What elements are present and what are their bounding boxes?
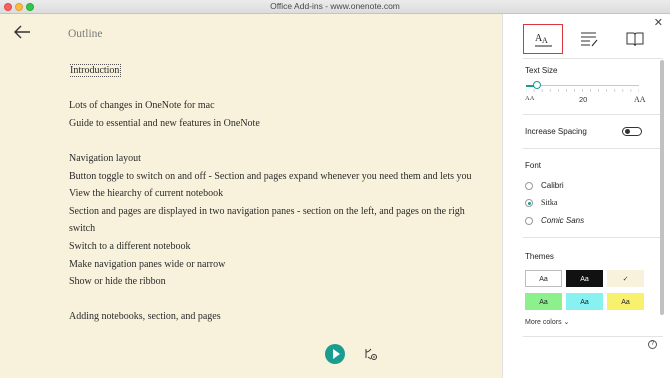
divider — [523, 148, 663, 149]
back-arrow-icon[interactable] — [12, 24, 32, 40]
divider — [523, 336, 663, 337]
theme-swatch[interactable]: Aa — [566, 270, 603, 287]
increase-spacing-toggle[interactable] — [622, 127, 642, 136]
content-line: Button toggle to switch on and off - Sec… — [69, 168, 502, 186]
content-line: Lots of changes in OneNote for mac — [69, 97, 502, 115]
content-text: Button toggle to switch on and off - Sec… — [69, 170, 472, 182]
panel-scrollbar[interactable] — [660, 60, 664, 315]
content-text: View the hiearchy of current notebook — [69, 188, 224, 200]
immersive-reader: Outline Introduction Lots of changes in O… — [0, 14, 502, 378]
content-text: Adding notebooks, section, and pages — [69, 311, 221, 323]
window-title: Office Add-ins - www.onenote.com — [270, 1, 400, 11]
panel-tabs: A A — [503, 22, 670, 54]
text-size-slider-track[interactable] — [526, 85, 639, 86]
content-text: switch — [69, 223, 96, 235]
play-icon[interactable] — [325, 344, 345, 364]
tab-grammar-options[interactable] — [569, 24, 609, 54]
themes-label: Themes — [525, 252, 554, 261]
text-size-value: 20 — [579, 95, 588, 104]
content-line: Guide to essential and new features in O… — [69, 115, 502, 133]
divider — [523, 237, 663, 238]
tab-text-options[interactable]: A A — [523, 24, 563, 54]
grammar-options-icon — [581, 32, 598, 47]
content-line: switch — [69, 220, 502, 238]
theme-swatch[interactable]: Aa — [525, 293, 562, 310]
theme-swatch[interactable]: Aa — [566, 293, 603, 310]
reader-options-panel: ✕ A A Text Size AA 20 AA Increase Spacin… — [502, 14, 670, 378]
content-line: Show or hide the ribbon — [69, 273, 502, 291]
text-size-slider-thumb[interactable] — [533, 81, 542, 89]
more-colors-button[interactable]: More colors ⌄ — [525, 318, 569, 326]
content-text: Guide to essential and new features in O… — [69, 117, 260, 129]
large-text-icon: AA — [634, 95, 646, 104]
divider — [523, 58, 663, 59]
tab-reading-preferences[interactable] — [615, 24, 655, 54]
content-text: Make navigation panes wide or narrow — [69, 258, 226, 270]
small-text-icon: AA — [525, 95, 535, 102]
font-option-label: Comic Sans — [541, 216, 585, 225]
content-text: Lots of changes in OneNote for mac — [69, 100, 215, 112]
content-heading: Introduction — [69, 62, 502, 80]
font-option-label: Calibri — [541, 181, 564, 190]
content-line: Make navigation panes wide or narrow — [69, 256, 502, 274]
theme-swatch[interactable]: Aa — [607, 293, 644, 310]
content-text: Switch to a different notebook — [69, 240, 191, 252]
radio-button[interactable] — [525, 217, 533, 225]
voice-settings-icon[interactable] — [364, 346, 378, 362]
divider — [523, 114, 663, 115]
text-options-icon: A A — [535, 33, 552, 47]
content-text: Section and pages are displayed in two n… — [69, 205, 465, 217]
increase-spacing-label: Increase Spacing — [525, 127, 587, 136]
theme-swatch[interactable]: ✓ — [607, 270, 644, 287]
theme-swatch[interactable]: Aa — [525, 270, 562, 287]
content-text: Navigation layout — [69, 152, 141, 164]
radio-button[interactable] — [525, 199, 533, 207]
content-text: Introduction — [69, 64, 122, 77]
font-option-label: Sitka — [541, 198, 558, 207]
content-text: Show or hide the ribbon — [69, 276, 166, 288]
content-line: View the hiearchy of current notebook — [69, 185, 502, 203]
page-title: Outline — [68, 28, 103, 40]
content-line: Switch to a different notebook — [69, 238, 502, 256]
window-titlebar: Office Add-ins - www.onenote.com — [0, 0, 670, 14]
reading-preferences-icon — [626, 32, 644, 47]
content-line: Section and pages are displayed in two n… — [69, 203, 502, 221]
text-size-ticks — [526, 89, 639, 92]
reader-content: Introduction Lots of changes in OneNote f… — [69, 62, 502, 326]
radio-button[interactable] — [525, 182, 533, 190]
font-label: Font — [525, 161, 542, 170]
svg-text:A: A — [542, 36, 548, 45]
text-size-label: Text Size — [525, 66, 558, 75]
content-line: Navigation layout — [69, 150, 502, 168]
content-line: Adding notebooks, section, and pages — [69, 308, 502, 326]
help-icon[interactable]: ? — [648, 340, 657, 349]
